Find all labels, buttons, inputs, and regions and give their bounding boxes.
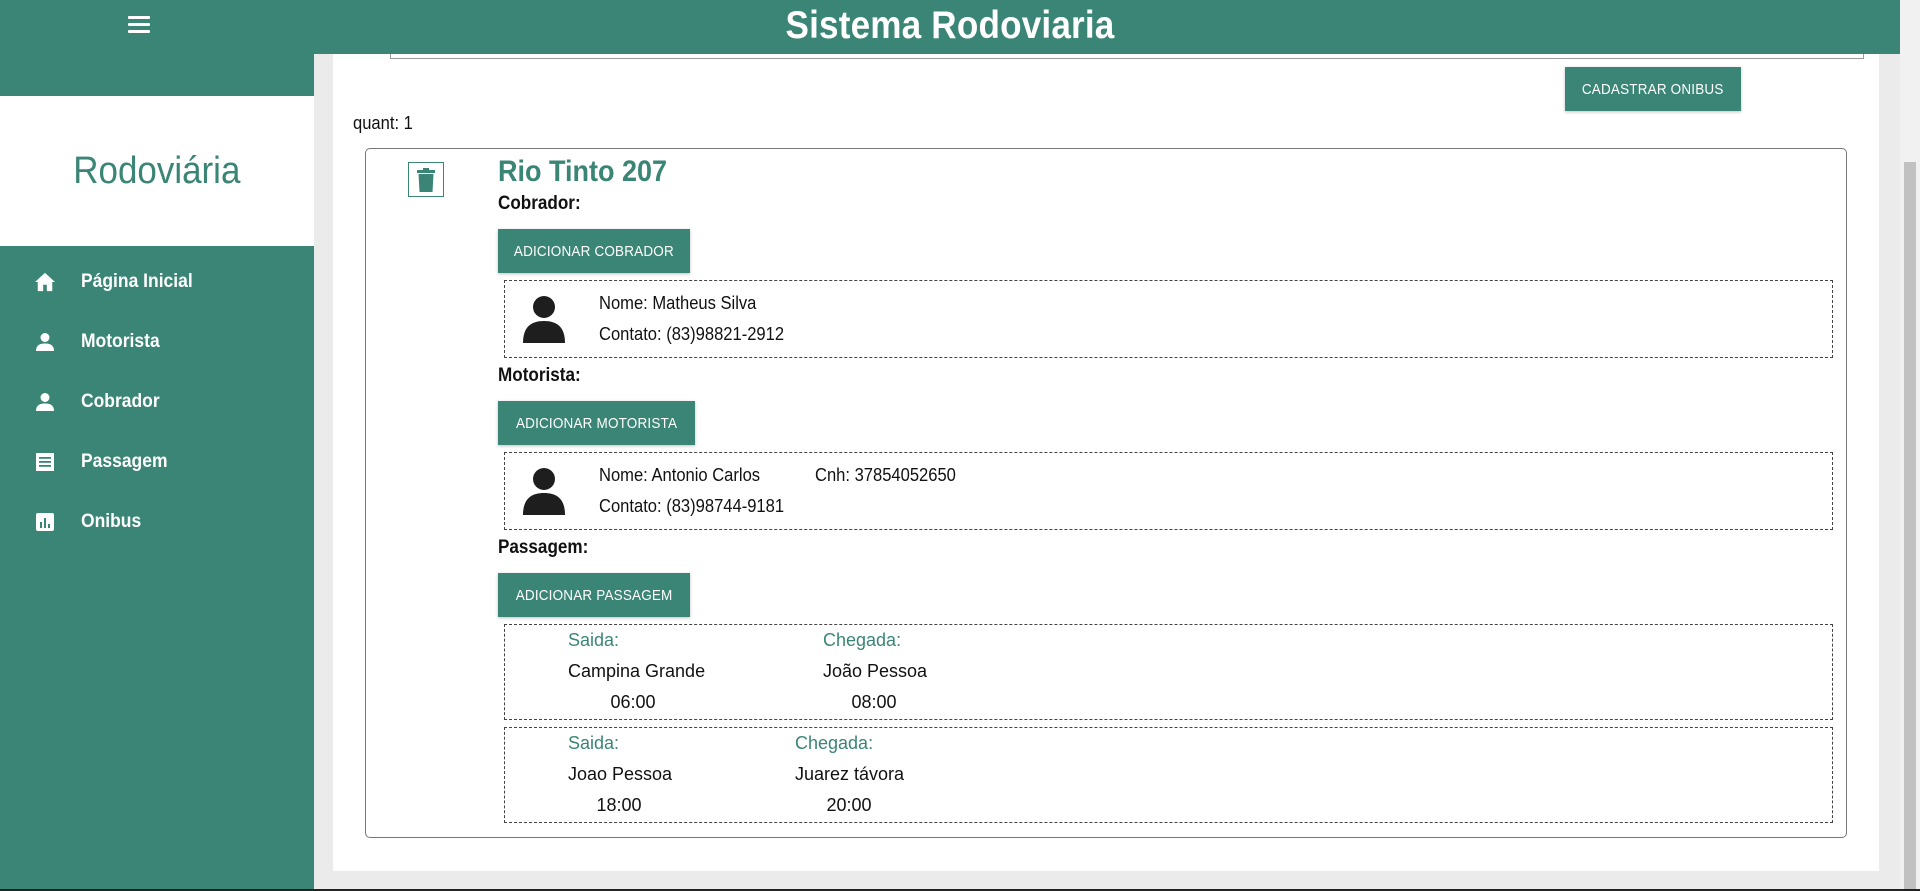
person-icon	[33, 330, 57, 354]
chegada-local: João Pessoa	[823, 661, 928, 681]
sidebar-nav: Página Inicial Motorista Cobrador Passag…	[0, 252, 314, 552]
add-motorista-button[interactable]: ADICIONAR MOTORISTA	[498, 401, 695, 445]
quantity-label: quant: 1	[353, 113, 413, 133]
person-icon	[33, 390, 57, 414]
sidebar-item-label: Passagem	[81, 451, 168, 472]
chegada-label: Chegada:	[823, 630, 902, 650]
chegada-hora: 20:00	[826, 795, 872, 815]
chegada-column: Chegada: João Pessoa 08:00	[823, 627, 928, 720]
chegada-column: Chegada: Juarez távora 20:00	[795, 730, 905, 823]
passagem-card: Saida: Joao Pessoa 18:00 Chegada: Juarez…	[504, 727, 1833, 823]
add-cobrador-button[interactable]: ADICIONAR COBRADOR	[498, 229, 690, 273]
cobrador-nome: Nome: Matheus Silva	[599, 293, 757, 313]
sidebar-item-label: Página Inicial	[81, 271, 193, 292]
brand-title: Rodoviária	[73, 149, 241, 192]
sidebar-item-label: Cobrador	[81, 391, 160, 412]
motorista-contato: Contato: (83)98744-9181	[599, 496, 785, 516]
chegada-label: Chegada:	[795, 733, 874, 753]
saida-label: Saida:	[568, 630, 620, 650]
sidebar-item-onibus[interactable]: Onibus	[0, 492, 314, 552]
sidebar-item-pagina-inicial[interactable]: Página Inicial	[0, 252, 314, 312]
sidebar-item-motorista[interactable]: Motorista	[0, 312, 314, 372]
scrollbar-thumb[interactable]	[1904, 162, 1916, 891]
chegada-hora: 08:00	[851, 692, 897, 712]
add-passagem-button[interactable]: ADICIONAR PASSAGEM	[498, 573, 690, 617]
app-bar: Sistema Rodoviaria	[0, 0, 1900, 54]
receipt-icon	[33, 450, 57, 474]
saida-local: Campina Grande	[568, 661, 706, 681]
motorista-section-label: Motorista:	[498, 365, 581, 386]
sidebar-item-label: Onibus	[81, 511, 142, 532]
saida-hora: 06:00	[610, 692, 656, 712]
passagem-card: Saida: Campina Grande 06:00 Chegada: Joã…	[504, 624, 1833, 720]
bus-name: Rio Tinto 207	[498, 155, 668, 188]
sidebar-item-passagem[interactable]: Passagem	[0, 432, 314, 492]
app-title: Sistema Rodoviaria	[785, 4, 1115, 47]
avatar-icon	[523, 296, 565, 343]
saida-column: Saida: Joao Pessoa 18:00	[568, 730, 673, 823]
avatar-icon	[523, 468, 565, 515]
brand-box: Rodoviária	[0, 96, 314, 246]
saida-local: Joao Pessoa	[568, 764, 673, 784]
saida-label: Saida:	[568, 733, 620, 753]
sidebar-item-cobrador[interactable]: Cobrador	[0, 372, 314, 432]
motorista-nome: Nome: Antonio Carlos	[599, 465, 761, 485]
delete-bus-button[interactable]	[408, 162, 444, 197]
chegada-local: Juarez távora	[795, 764, 905, 784]
passagem-section-label: Passagem:	[498, 537, 589, 558]
motorista-card: Nome: Antonio Carlos Cnh: 37854052650 Co…	[504, 452, 1833, 530]
cobrador-section-label: Cobrador:	[498, 193, 581, 214]
home-icon	[33, 270, 57, 294]
trash-icon	[417, 167, 435, 192]
sidebar-item-label: Motorista	[81, 331, 160, 352]
cobrador-contato: Contato: (83)98821-2912	[599, 324, 785, 344]
saida-column: Saida: Campina Grande 06:00	[568, 627, 706, 720]
cadastrar-onibus-button[interactable]: CADASTRAR ONIBUS	[1565, 67, 1741, 111]
sidebar: Rodoviária Página Inicial Motorista Cobr…	[0, 54, 314, 891]
chart-icon	[33, 510, 57, 534]
motorista-cnh: Cnh: 37854052650	[815, 465, 956, 485]
cobrador-card: Nome: Matheus Silva Contato: (83)98821-2…	[504, 280, 1833, 358]
saida-hora: 18:00	[596, 795, 642, 815]
